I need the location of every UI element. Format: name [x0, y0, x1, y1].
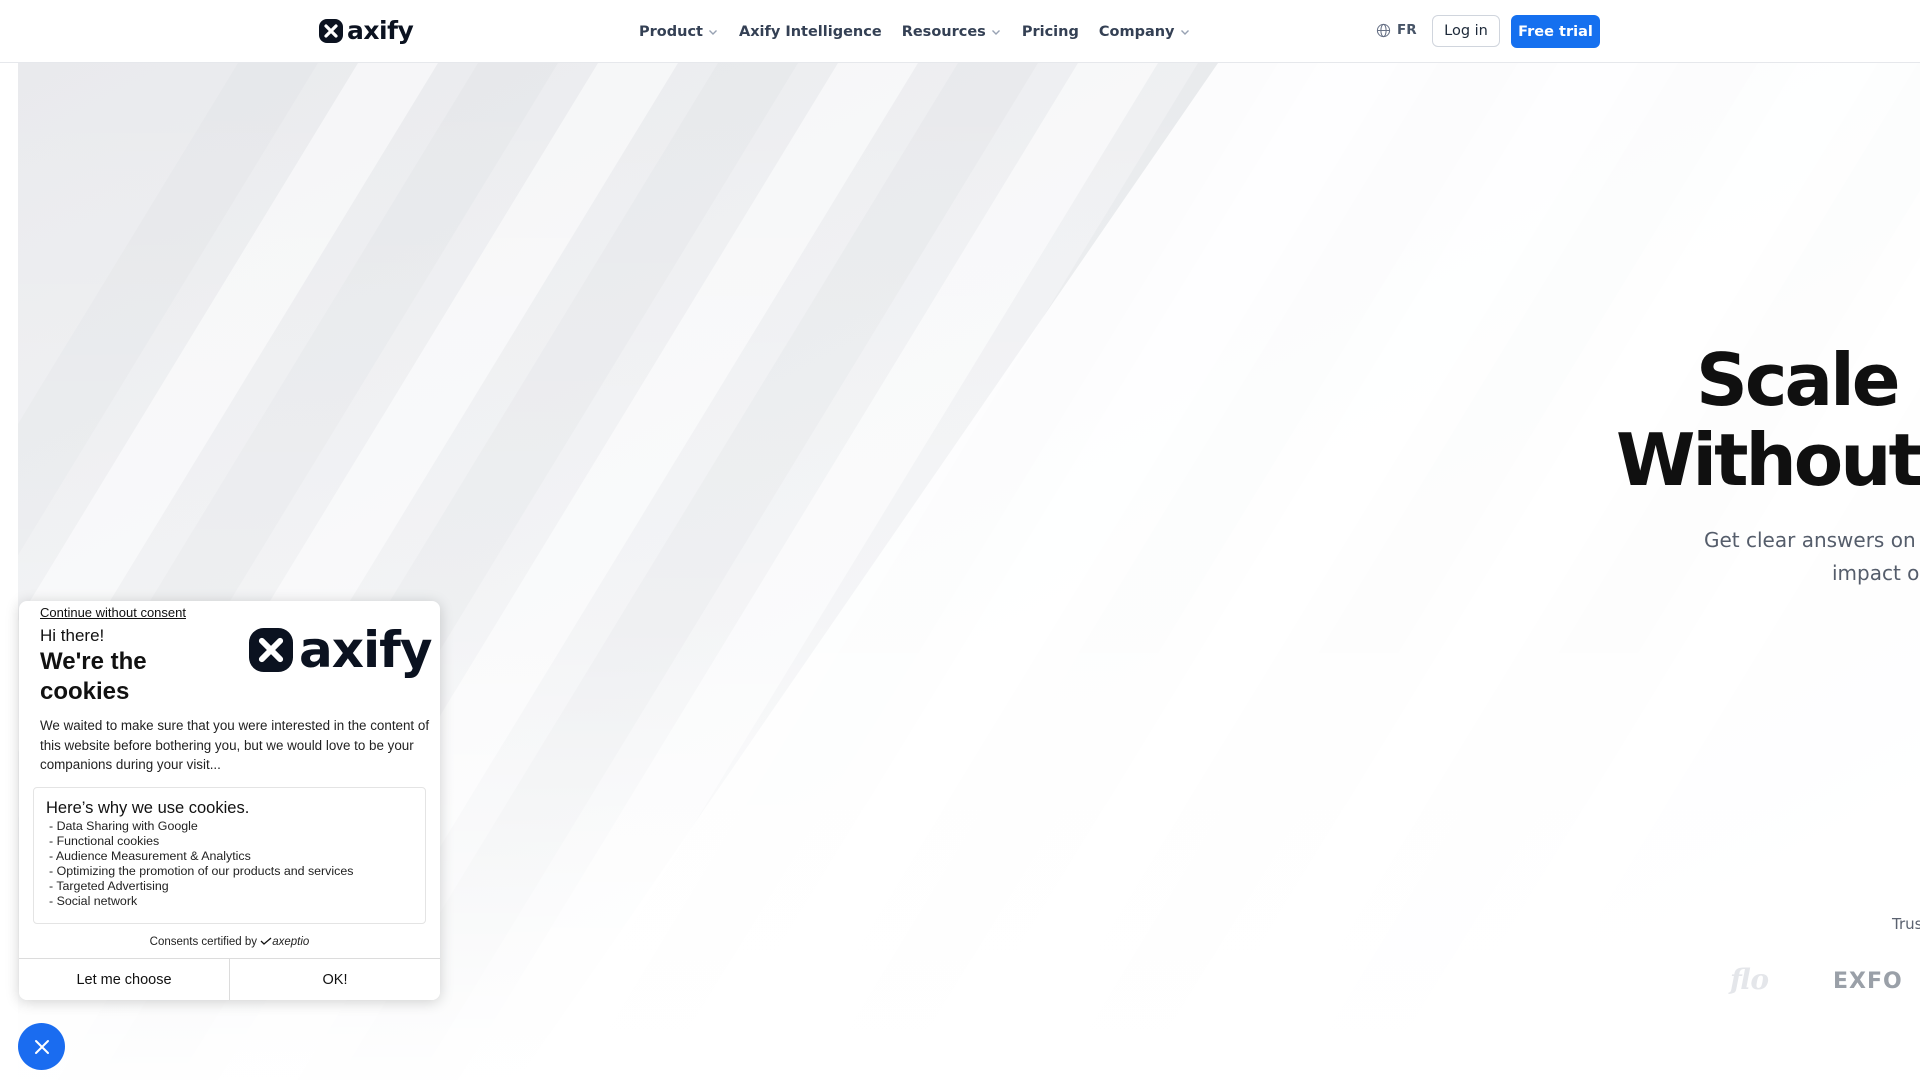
hero-title: Scale A Without I	[1616, 340, 1920, 500]
cookie-close-button[interactable]	[18, 1023, 65, 1070]
chevron-down-icon	[1180, 30, 1189, 35]
list-item: - Targeted Advertising	[49, 879, 169, 894]
customer-logo-exfo: EXFO	[1833, 969, 1903, 994]
cookie-brand-logo: axify	[249, 621, 432, 679]
menu-item-company[interactable]: Company	[1099, 21, 1191, 43]
cookie-purposes-title: Here’s why we use cookies.	[46, 799, 250, 817]
chevron-down-icon	[708, 30, 717, 35]
login-button[interactable]: Log in	[1432, 15, 1500, 47]
hero-title-line-2: Without I	[1616, 418, 1920, 502]
continue-without-consent-link[interactable]: Continue without consent	[40, 605, 186, 620]
menu-item-label: Company	[1098, 24, 1175, 40]
menu-item-pricing[interactable]: Pricing	[1022, 21, 1079, 43]
list-item: - Optimizing the promotion of our produc…	[49, 864, 354, 879]
menu-item-label: Product	[639, 24, 703, 40]
let-me-choose-button[interactable]: Let me choose	[19, 959, 229, 1000]
list-item: - Functional cookies	[49, 834, 160, 849]
customer-logo-flo: flo	[1730, 963, 1770, 996]
cookie-greeting: Hi there!	[40, 626, 105, 645]
page-left-edge	[0, 63, 19, 1080]
chevron-down-icon	[991, 30, 1000, 35]
top-navigation: axify Product Axify Intelligence Resourc…	[0, 0, 1920, 63]
menu-item-resources[interactable]: Resources	[902, 21, 1002, 43]
cookie-consent-dialog: Continue without consent Hi there! We're…	[19, 601, 440, 1000]
menu-item-product[interactable]: Product	[639, 21, 719, 43]
axify-logo-icon	[319, 19, 343, 43]
hero-subtitle-line-1: Get clear answers on A	[1704, 528, 1920, 552]
list-item: - Social network	[49, 894, 138, 909]
hero-subtitle-line-2: impact or	[1832, 561, 1920, 585]
hero-title-line-1: Scale A	[1696, 338, 1920, 422]
ok-button[interactable]: OK!	[229, 959, 440, 1000]
globe-icon	[1376, 23, 1391, 37]
cookie-brand-text: axify	[299, 621, 432, 679]
language-label: FR	[1397, 22, 1417, 38]
cookie-purposes-list: - Data Sharing with Google - Functional …	[49, 819, 353, 910]
axify-logo-text: axify	[347, 16, 414, 45]
consent-certification: Consents certified by axeptio	[19, 936, 440, 948]
certified-prefix: Consents certified by	[149, 936, 258, 948]
menu-item-axify-intelligence[interactable]: Axify Intelligence	[739, 21, 882, 43]
menu-item-label: Resources	[901, 24, 986, 40]
hero-subtitle: Get clear answers on A impact or	[1704, 524, 1920, 590]
cookie-title: We're the cookies	[40, 648, 147, 705]
free-trial-button[interactable]: Free trial	[1511, 15, 1600, 48]
cookie-purposes-box: Here’s why we use cookies. - Data Sharin…	[33, 787, 426, 924]
trusted-by-label: Trus	[1892, 915, 1920, 933]
list-item: - Data Sharing with Google	[49, 819, 198, 833]
menu-item-label: Axify Intelligence	[738, 24, 882, 40]
axify-logo-icon	[249, 628, 293, 672]
close-icon	[34, 1039, 49, 1054]
menu-item-label: Pricing	[1021, 24, 1079, 40]
list-item: - Audience Measurement & Analytics	[49, 849, 251, 864]
cookie-description: We waited to make sure that you were int…	[40, 718, 430, 772]
axeptio-check-icon	[260, 937, 272, 945]
main-menu: Product Axify Intelligence Resources Pri…	[639, 21, 1211, 43]
cookie-actions: Let me choose OK!	[19, 958, 440, 1000]
axeptio-brand: axeptio	[272, 936, 310, 948]
axify-logo[interactable]: axify	[319, 16, 414, 45]
language-switcher[interactable]: FR	[1376, 22, 1417, 38]
